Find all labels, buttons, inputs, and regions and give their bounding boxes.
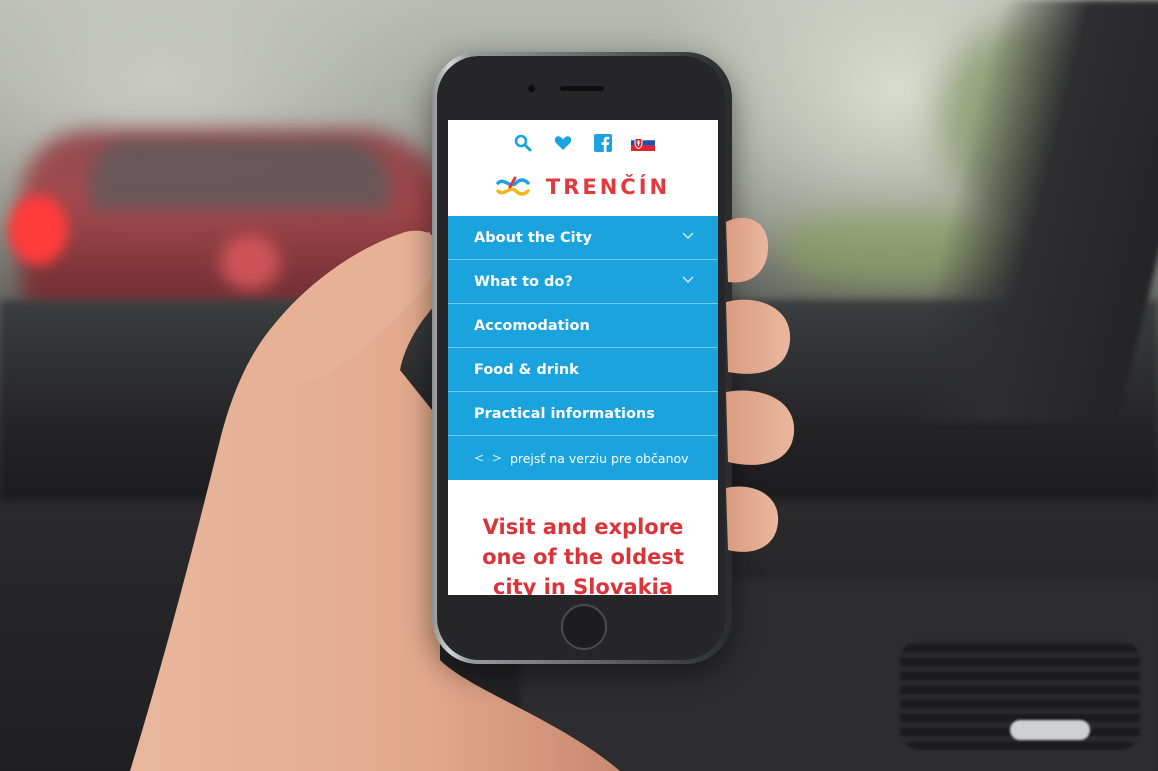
menu-item-accomodation[interactable]: Accomodation [448,304,718,348]
chevron-down-icon[interactable] [682,230,694,243]
citizen-version-link[interactable]: < > prejsť na verziu pre občanov [448,436,718,480]
logo-wordmark: TRENČÍN [545,175,671,199]
front-camera [528,85,535,92]
menu-item-label: Accomodation [474,317,590,334]
chevron-down-icon[interactable] [682,274,694,287]
hero-heading: Visit and explore one of the oldest city… [448,512,718,595]
menu-item-label: What to do? [474,273,573,290]
heart-icon[interactable] [550,132,576,154]
menu-item-label: Food & drink [474,361,579,378]
main-menu: About the City What to do? Accomodation … [448,216,718,480]
home-button[interactable] [561,604,607,650]
vent-knob [1010,720,1090,740]
blurred-taillight [8,195,68,265]
earpiece-speaker [560,86,604,91]
trencin-logo-mark-icon [496,176,530,196]
citizen-version-label: prejsť na verziu pre občanov [509,450,689,466]
blurred-car-window [90,140,390,210]
slovak-flag-icon[interactable] [630,132,656,154]
facebook-icon[interactable] [590,132,616,154]
menu-item-what-to-do[interactable]: What to do? [448,260,718,304]
top-icon-bar [448,132,718,154]
trencin-logo[interactable]: TRENČÍN [448,172,718,202]
switch-arrows-icon: < > [474,451,504,465]
search-icon[interactable] [510,132,536,154]
menu-item-label: About the City [474,229,592,246]
blurred-taillight-reflection [220,235,280,290]
menu-item-label: Practical informations [474,405,655,422]
hero-line: Visit and explore [482,515,684,539]
hero-line: city in Slovakia [492,575,674,595]
menu-item-about-the-city[interactable]: About the City [448,216,718,260]
menu-item-practical-informations[interactable]: Practical informations [448,392,718,436]
menu-item-food-and-drink[interactable]: Food & drink [448,348,718,392]
hero-line: one of the oldest [482,545,684,569]
phone-screen: TRENČÍN About the City What to do? Accom… [448,120,718,595]
